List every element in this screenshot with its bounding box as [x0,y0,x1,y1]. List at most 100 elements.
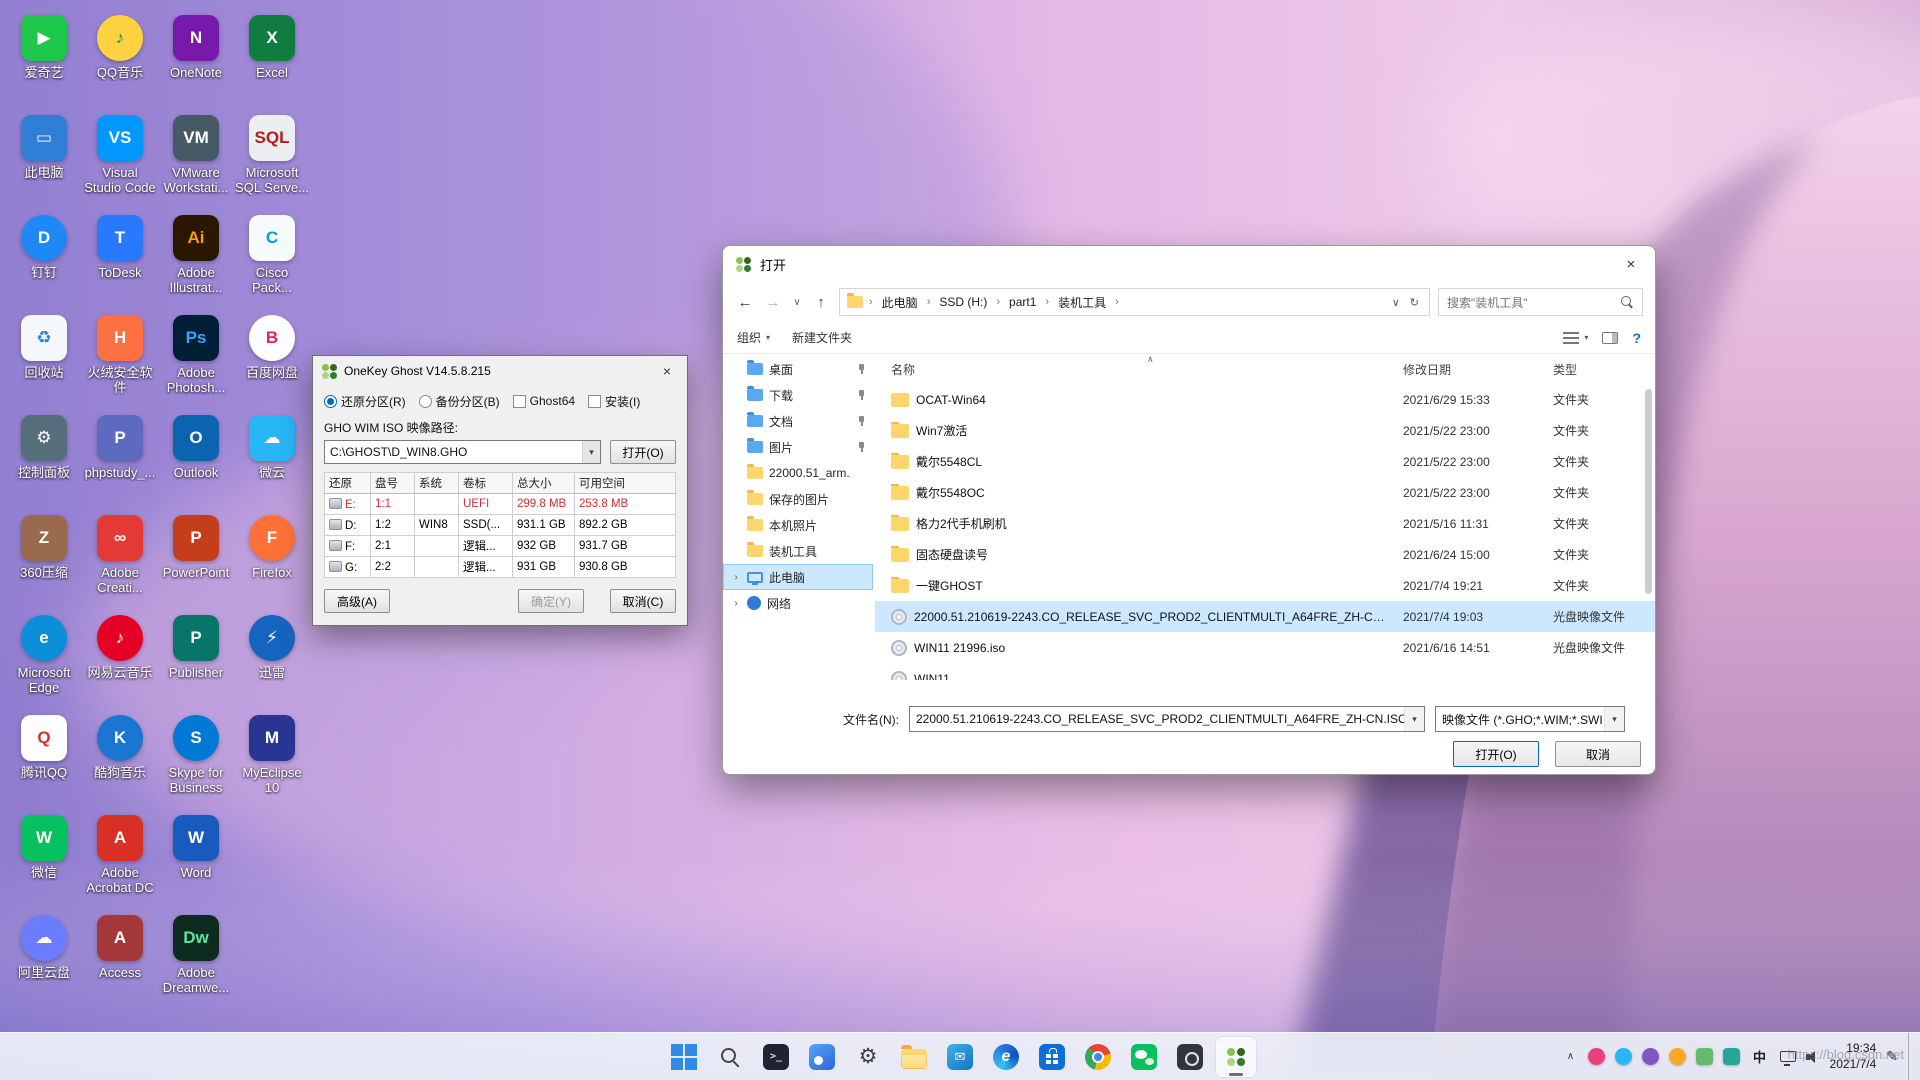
filename-combobox[interactable]: 22000.51.210619-2243.CO_RELEASE_SVC_PROD… [909,706,1425,732]
combo-dropdown-icon[interactable]: ▾ [1404,707,1424,731]
desktop-icon[interactable]: e Microsoft Edge [6,610,82,710]
restore-partition-radio[interactable]: 还原分区(R) [324,393,406,410]
desktop-icon[interactable]: P phpstudy_... [82,410,158,510]
sidebar-item[interactable]: › 此电脑 [723,564,873,590]
open-button[interactable]: 打开(O) [1453,741,1539,767]
column-header[interactable]: 修改日期 [1395,361,1545,378]
breadcrumb-label[interactable]: SSD (H:) [933,292,993,312]
sidebar-item[interactable]: › 桌面 [723,356,873,382]
recent-locations-icon[interactable]: ∨ [791,297,803,308]
ime-indicator[interactable]: 中 [1750,1047,1770,1066]
desktop-icon[interactable]: T ToDesk [82,210,158,310]
hidden-icons-chevron[interactable]: ∧ [1564,1051,1578,1062]
desktop-icon[interactable]: W Word [158,810,234,910]
desktop-icon[interactable]: ∞ Adobe Creati... [82,510,158,610]
breadcrumb-item[interactable]: 此电脑 › [876,291,932,314]
desktop-icon[interactable]: ♻ 回收站 [6,310,82,410]
sidebar-item[interactable]: › 网络 [723,590,873,616]
戴尔5548OC[interactable]: 戴尔5548OC 2021/5/22 23:00 文件夹 [875,477,1655,508]
22000.51.210619-2243.CO_RELEASE_SVC_PROD2_CLIENTMULTI_A64FRE_ZH-CN.ISO[interactable]: 22000.51.210619-2243.CO_RELEASE_SVC_PROD… [875,601,1655,632]
mail-app[interactable]: ✉ [940,1037,980,1077]
filetype-combobox[interactable]: 映像文件 (*.GHO;*.WIM;*.SWI ▾ [1435,706,1625,732]
desktop-icon[interactable]: W 微信 [6,810,82,910]
onekey-titlebar[interactable]: OneKey Ghost V14.5.8.215 × [313,356,687,386]
scrollbar[interactable] [1644,384,1653,698]
close-icon[interactable]: × [649,359,685,383]
Win7激活[interactable]: Win7激活 2021/5/22 23:00 文件夹 [875,415,1655,446]
desktop-icon[interactable]: H 火绒安全软件 [82,310,158,410]
sidebar-item[interactable]: › 文档 [723,408,873,434]
new-folder-button[interactable]: 新建文件夹 [792,329,852,346]
desktop-icon[interactable]: VM VMware Workstati... [158,110,234,210]
column-header[interactable]: 名称 [875,361,1395,378]
desktop-icon[interactable]: ♪ 网易云音乐 [82,610,158,710]
search-button[interactable] [710,1037,750,1077]
file-explorer[interactable] [894,1037,934,1077]
preview-pane-icon[interactable] [1602,331,1619,344]
ok-button[interactable]: 确定(Y) [518,589,584,613]
backup-partition-radio[interactable]: 备份分区(B) [418,393,500,410]
help-icon[interactable]: ? [1632,330,1641,346]
address-dropdown-icon[interactable]: ∨ [1392,296,1400,309]
show-desktop-button[interactable] [1908,1033,1912,1080]
back-button[interactable]: ← [735,294,755,311]
sidebar-item[interactable]: › 保存的图片 [723,486,873,512]
partition-row[interactable]: D: 1:2 WIN8 SSD(... 931.1 GB 892.2 GB [324,514,676,536]
desktop-icon[interactable]: Q 腾讯QQ [6,710,82,810]
onekey-ghost-app[interactable] [1216,1036,1256,1077]
partition-row[interactable]: G: 2:2 逻辑... 931 GB 930.8 GB [324,556,676,578]
cancel-button[interactable]: 取消(C) [610,589,676,613]
browse-button[interactable]: 打开(O) [610,440,676,464]
格力2代手机刷机[interactable]: 格力2代手机刷机 2021/5/16 11:31 文件夹 [875,508,1655,539]
tray-icon-2[interactable] [1614,1048,1632,1065]
sidebar-item[interactable]: › 图片 [723,434,873,460]
close-icon[interactable]: × [1609,249,1653,279]
desktop-icon[interactable]: P PowerPoint [158,510,234,610]
sidebar-item[interactable]: › 装机工具 [723,538,873,564]
microsoft-store[interactable] [1032,1037,1072,1077]
desktop-icon[interactable]: C Cisco Pack... [234,210,310,310]
screen-capture-app[interactable] [1170,1037,1210,1077]
column-header[interactable]: 类型 [1545,361,1655,378]
desktop-icon[interactable]: Z 360压缩 [6,510,82,610]
sidebar-item[interactable]: › 下载 [723,382,873,408]
expand-chevron-icon[interactable]: › [731,598,741,609]
desktop-icon[interactable]: D 钉钉 [6,210,82,310]
breadcrumb-label[interactable]: 装机工具 [1052,291,1112,314]
widgets-button[interactable] [802,1037,842,1077]
desktop-icon[interactable]: ♪ QQ音乐 [82,10,158,110]
desktop-icon[interactable]: A Adobe Acrobat DC [82,810,158,910]
organize-menu[interactable]: 组织 ▾ [737,329,770,346]
固态硬盘读号[interactable]: 固态硬盘读号 2021/6/24 15:00 文件夹 [875,539,1655,570]
install-checkbox[interactable]: 安装(I) [588,393,640,410]
desktop-icon[interactable]: ▭ 此电脑 [6,110,82,210]
desktop-icon[interactable]: N OneNote [158,10,234,110]
image-path-combobox[interactable]: C:\GHOST\D_WIN8.GHO ▾ [324,440,601,464]
settings-app[interactable]: ⚙ [848,1037,888,1077]
breadcrumb[interactable]: › 此电脑 › SSD (H:) › part1 › 装机工具 › ∨ ↻ [839,288,1430,316]
column-header[interactable]: 还原 [324,472,371,494]
search-box[interactable]: 搜索"装机工具" [1438,288,1643,316]
desktop-icon[interactable]: X Excel [234,10,310,110]
partition-row[interactable]: E: 1:1 UEFI 299.8 MB 253.8 MB [324,493,676,515]
edge-browser[interactable]: e [986,1037,1026,1077]
desktop-icon[interactable]: Dw Adobe Dreamwe... [158,910,234,1010]
desktop-icon[interactable]: ⚙ 控制面板 [6,410,82,510]
ink-workspace-icon[interactable]: ✎ [1886,1048,1898,1065]
desktop-icon[interactable]: Ps Adobe Photosh... [158,310,234,410]
volume-icon[interactable] [1805,1050,1820,1064]
column-header[interactable]: 可用空间 [574,472,676,494]
wechat-app[interactable] [1124,1037,1164,1077]
view-mode-button[interactable]: ▾ [1563,331,1588,344]
desktop-icon[interactable]: O Outlook [158,410,234,510]
戴尔5548CL[interactable]: 戴尔5548CL 2021/5/22 23:00 文件夹 [875,446,1655,477]
一键GHOST[interactable]: 一键GHOST 2021/7/4 19:21 文件夹 [875,570,1655,601]
desktop-icon[interactable]: K 酷狗音乐 [82,710,158,810]
breadcrumb-label[interactable]: 此电脑 [876,291,924,314]
breadcrumb-item[interactable]: SSD (H:) › [933,292,1001,312]
scrollbar-thumb[interactable] [1645,389,1652,594]
refresh-icon[interactable]: ↻ [1410,296,1419,309]
tray-icon-5[interactable] [1695,1048,1713,1065]
sidebar-item[interactable]: › 22000.51_arm... [723,460,873,486]
desktop-icon[interactable]: ▶ 爱奇艺 [6,10,82,110]
